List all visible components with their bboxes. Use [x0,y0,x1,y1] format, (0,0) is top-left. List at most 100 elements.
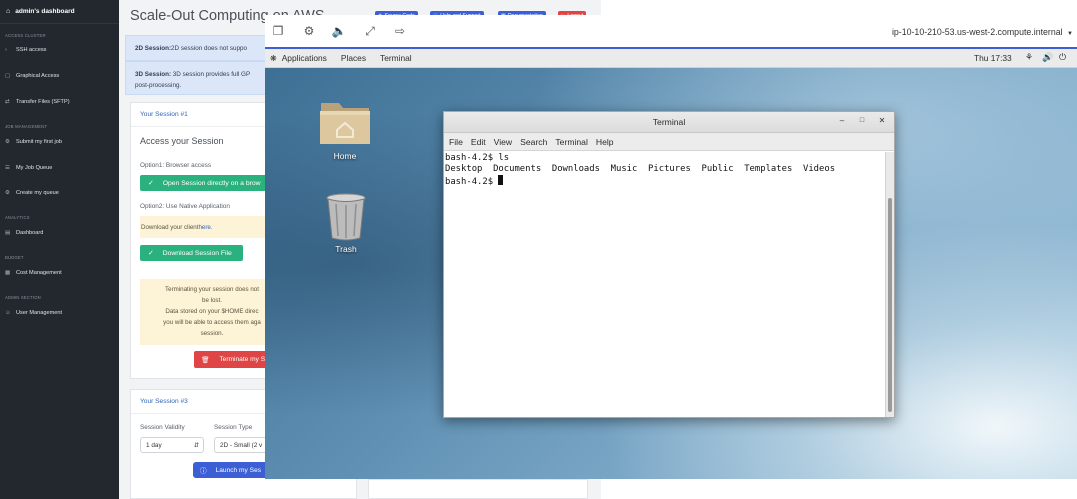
gears-icon: ⚙ [5,139,10,145]
sidebar-item-job-queue[interactable]: ☰ My Job Queue [0,165,52,171]
terminal-title: Terminal [652,117,686,127]
sidebar-item-ssh-access[interactable]: › SSH access [0,47,46,53]
dcv-toolbar: ❐ ⚙ 🔈 ⤢ ⇨ ip-10-10-210-53.us-west-2.comp… [265,15,1077,49]
sidebar-item-user-management[interactable]: ☺ User Management [0,310,62,316]
clock[interactable]: Thu 17:33 [974,53,1012,63]
alert-3d-line2: post-processing. [135,82,182,89]
download-session-label: Download Session File [162,249,232,257]
sidebar-item-label: Cost Management [16,270,62,276]
home-label: Home [333,151,357,161]
terminal-menu[interactable]: Terminal [380,53,412,63]
session-validity-value: 1 day [146,441,162,449]
download-session-file-button[interactable]: ✓ Download Session File [140,245,243,261]
menu-view[interactable]: View [494,137,512,147]
chart-icon: ▤ [5,230,11,236]
terminal-output[interactable]: bash-4.2$ ls Desktop Documents Downloads … [444,152,887,417]
terminal-window[interactable]: Terminal – □ ✕ File Edit View Search Ter… [443,111,895,418]
desktop-icon-trash[interactable]: Trash [316,192,376,254]
terminate-warning: Terminating your session does not be los… [140,279,280,345]
maximize-icon[interactable]: □ [856,117,868,124]
money-icon: ▩ [5,270,11,276]
sidebar-item-label: Submit my first job [16,139,63,145]
terminate-line-2: be lost. [202,297,222,304]
terminate-line-4: you will be able to access them aga [163,319,261,326]
alert-2d-text: 2D session does not suppo [171,44,248,52]
select-arrows-icon: ⇵ [193,442,199,449]
transfer-icon: ⇄ [5,99,10,105]
trash-label: Trash [335,244,357,254]
menu-help[interactable]: Help [596,137,614,147]
brand-label: admin's dashboard [15,8,75,15]
close-icon[interactable]: ✕ [876,116,888,125]
sidebar: ⌂ admin's dashboard ACCESS CLUSTER › SSH… [0,0,119,499]
session-4-card [368,479,588,499]
gnome-top-bar: ❋ Applications Places Terminal Thu 17:33… [265,49,1077,68]
scrollbar-thumb[interactable] [888,198,892,412]
terminate-line-5: session. [200,330,224,337]
hostname-dropdown[interactable]: ip-10-10-210-53.us-west-2.compute.intern… [892,27,1073,37]
session-type-value: 2D - Small (2 v [220,441,263,449]
volume-icon[interactable]: 🔊 [1042,52,1053,63]
sidebar-item-label: User Management [16,310,63,316]
sidebar-item-cost-management[interactable]: ▩ Cost Management [0,270,62,276]
check-icon: ✓ [148,180,154,187]
settings-icon[interactable]: ⚙ [302,24,316,38]
section-job-management: JOB MANAGEMENT [5,124,48,129]
section-analytics: ANALYTICS [5,215,30,220]
sidebar-item-label: Graphical Access [16,73,60,79]
access-session-title: Access your Session [140,136,224,146]
session-validity-select[interactable]: 1 day ⇵ [140,437,204,453]
menu-edit[interactable]: Edit [471,137,486,147]
minimize-icon[interactable]: – [836,116,848,125]
desktop-icon-home[interactable]: Home [315,95,375,161]
sidebar-item-dashboard[interactable]: ▤ Dashboard [0,230,43,236]
terminal-line: Desktop Documents Downloads Music Pictur… [445,164,836,174]
sidebar-item-label: My Job Queue [16,165,53,171]
remote-desktop[interactable]: ❋ Applications Places Terminal Thu 17:33… [265,49,1077,479]
folder-home-icon [320,103,370,144]
monitor-switch-icon[interactable]: ⇨ [393,24,407,38]
monitor-icon: ▢ [5,73,11,79]
power-icon[interactable]: ⏻ [1059,52,1066,63]
terminal-scrollbar[interactable] [885,152,894,417]
terminate-line-3: Data stored on your $HOME direc [165,308,259,315]
session-validity-label: Session Validity [140,424,185,431]
open-session-browser-button[interactable]: ✓ Open Session directly on a brow [140,175,280,191]
session-type-label: Session Type [214,424,253,431]
copy-icon[interactable]: ❐ [271,24,285,38]
terminal-icon: › [5,47,7,53]
fullscreen-icon[interactable]: ⤢ [363,24,377,38]
alert-2d-session: 2D Session: 2D session does not suppo [125,35,275,61]
sidebar-item-create-queue[interactable]: ⚙ Create my queue [0,190,59,196]
alert-3d-text: 3D session provides full GP [171,71,251,78]
trash-can-icon [326,193,366,241]
sidebar-item-graphical-access[interactable]: ▢ Graphical Access [0,73,59,79]
sidebar-item-label: SSH access [16,47,47,53]
section-access-cluster: ACCESS CLUSTER [5,33,46,38]
terminate-session-button[interactable]: 🗑 Terminate my S [194,351,276,368]
terminal-menubar: File Edit View Search Terminal Help [444,133,894,151]
sidebar-item-transfer-files[interactable]: ⇄ Transfer Files (SFTP) [0,99,70,105]
text-cursor [498,175,504,185]
hostname-label: ip-10-10-210-53.us-west-2.compute.intern… [891,27,1063,37]
launch-session-button[interactable]: ⓘ Launch my Ses [193,462,275,478]
option2-label: Option2: Use Native Application [140,203,230,210]
menu-terminal[interactable]: Terminal [555,137,587,147]
menu-search[interactable]: Search [520,137,547,147]
sidebar-item-label: Create my queue [16,190,59,196]
menu-file[interactable]: File [449,137,463,147]
section-admin: ADMIN SECTION [5,295,41,300]
alert-3d-session: 3D Session: 3D session provides full GP … [125,61,275,95]
sidebar-brand[interactable]: ⌂ admin's dashboard [0,0,119,24]
download-client-text: Download your client [141,223,199,231]
download-client-link[interactable]: here. [198,224,212,231]
launch-session-label: Launch my Ses [215,466,262,474]
section-budget: BUDGET [5,255,24,260]
open-session-label: Open Session directly on a brow [162,179,261,187]
sidebar-item-submit-job[interactable]: ⚙ Submit my first job [0,139,62,145]
speaker-icon[interactable]: 🔈 [332,24,347,38]
network-icon[interactable]: ⚘ [1025,52,1033,63]
applications-menu[interactable]: Applications [282,53,327,63]
places-menu[interactable]: Places [341,53,366,63]
terminal-titlebar[interactable]: Terminal – □ ✕ [444,112,894,133]
